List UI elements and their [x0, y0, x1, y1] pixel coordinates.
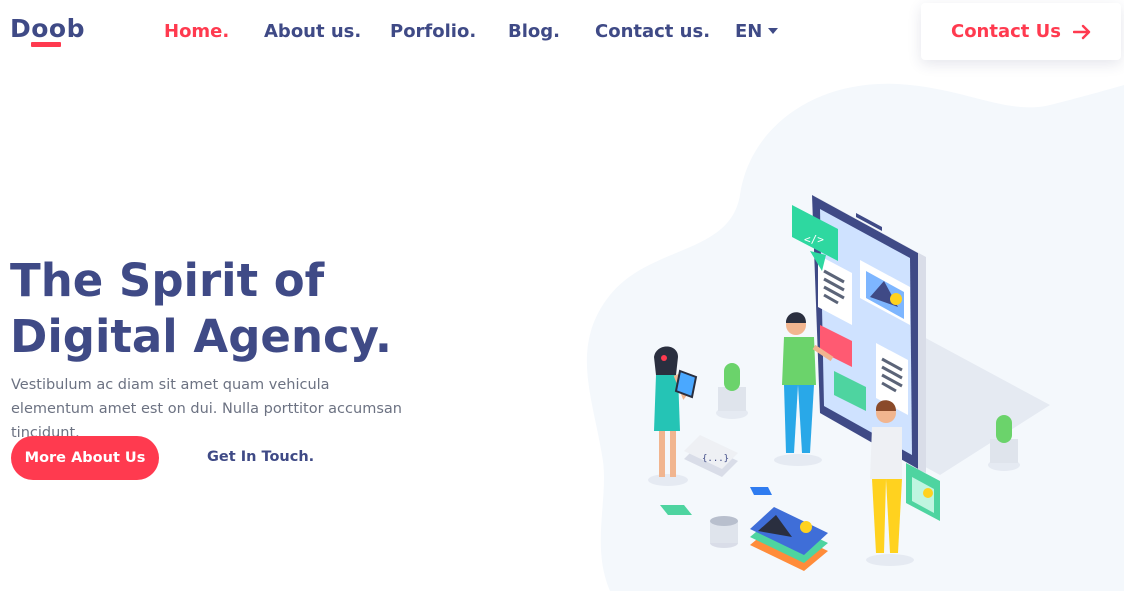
- nav-home[interactable]: Home.: [164, 21, 229, 42]
- get-in-touch-link[interactable]: Get In Touch.: [207, 449, 314, 465]
- hero-title-line-1: The Spirit of: [10, 254, 325, 307]
- more-about-us-button[interactable]: More About Us: [11, 436, 159, 480]
- language-label: EN: [735, 21, 763, 42]
- hero-title: The Spirit of Digital Agency.: [10, 253, 392, 365]
- logo-text: Doob: [10, 14, 85, 43]
- logo[interactable]: Doob: [10, 14, 85, 47]
- nav-about[interactable]: About us.: [264, 21, 361, 42]
- hero-title-line-2: Digital Agency.: [10, 310, 392, 363]
- svg-text:{...}: {...}: [702, 454, 729, 464]
- nav-blog[interactable]: Blog.: [508, 21, 560, 42]
- hero-description: Vestibulum ac diam sit amet quam vehicul…: [11, 377, 402, 441]
- nav-portfolio[interactable]: Porfolio.: [390, 21, 476, 42]
- logo-underline: [31, 42, 61, 47]
- nav-contact[interactable]: Contact us.: [595, 21, 710, 42]
- language-selector[interactable]: EN: [735, 21, 779, 42]
- contact-us-label: Contact Us: [950, 21, 1061, 42]
- caret-down-icon: [768, 27, 779, 34]
- contact-us-button[interactable]: Contact Us: [921, 3, 1121, 60]
- isometric-app-development-illustration: </> {...}: [586, 83, 1124, 591]
- arrow-right-icon: [1073, 24, 1091, 39]
- svg-text:</>: </>: [804, 233, 824, 246]
